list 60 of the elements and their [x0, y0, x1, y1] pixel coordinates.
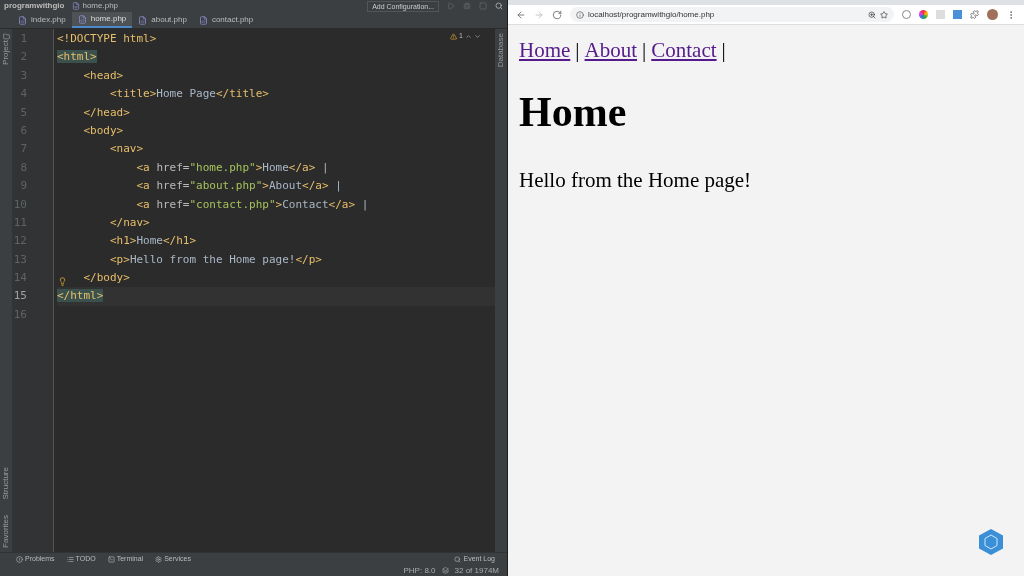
editor-tab[interactable]: index.php — [12, 12, 72, 28]
back-icon[interactable] — [516, 9, 526, 20]
php-file-icon — [18, 15, 27, 25]
layers-icon[interactable] — [441, 567, 449, 574]
file-icon — [72, 2, 81, 10]
color-extension-icon[interactable] — [919, 10, 928, 19]
code-line: <p>Hello from the Home page!</p> — [110, 251, 322, 268]
php-file-icon — [138, 15, 148, 25]
editor-tab[interactable]: about.php — [132, 12, 193, 28]
tool-window-tab[interactable]: Project — [0, 40, 16, 65]
chevron-down-icon[interactable] — [474, 32, 481, 40]
hexagon-logo-icon[interactable] — [978, 528, 1004, 556]
memory-indicator[interactable]: 32 of 1974M — [454, 565, 499, 576]
problems-icon — [16, 555, 23, 563]
search-icon[interactable] — [495, 2, 503, 10]
php-file-icon — [198, 15, 208, 25]
breadcrumb[interactable]: home.php — [82, 0, 119, 12]
chevron-up-icon[interactable] — [465, 32, 472, 40]
terminal-icon — [107, 555, 115, 563]
nav-separator: | — [721, 37, 726, 64]
editor-tab[interactable]: home.php — [71, 12, 133, 28]
debug-icon[interactable] — [463, 2, 471, 10]
code-line: <!DOCTYPE html> — [57, 31, 157, 47]
code-line: <body> — [83, 122, 124, 139]
address-bar[interactable]: localhost/programwithgio/home.php — [570, 7, 894, 22]
code-line: </nav> — [110, 214, 150, 231]
code-line: <a href="about.php">About</a> | — [136, 178, 342, 195]
nav-link[interactable]: About — [584, 35, 638, 67]
warning-icon[interactable] — [450, 32, 458, 40]
code-line: <nav> — [110, 141, 144, 158]
editor-tab[interactable]: contact.php — [192, 12, 260, 28]
list-icon — [66, 555, 74, 563]
nav-separator: | — [575, 37, 580, 64]
code-line: </body> — [83, 270, 130, 287]
code-line: <h1>Home</h1> — [110, 233, 197, 250]
reload-icon[interactable] — [552, 9, 562, 20]
code-line: <a href="home.php">Home</a> | — [136, 159, 329, 176]
tool-window-tab[interactable]: Structure — [0, 466, 16, 500]
nav-link[interactable]: Home — [519, 35, 571, 67]
tool-window-tab[interactable]: Database — [491, 33, 511, 68]
folder-icon[interactable] — [2, 33, 10, 40]
page-heading: Home — [519, 87, 628, 137]
forward-icon[interactable] — [534, 9, 544, 20]
avatar[interactable] — [987, 9, 998, 20]
line-number: 15 — [12, 288, 28, 305]
nav-link[interactable]: Contact — [651, 35, 717, 67]
php-version[interactable]: PHP: 8.0 — [403, 565, 436, 576]
nav-separator: | — [642, 37, 647, 64]
php-file-icon — [77, 14, 87, 24]
lightbulb-icon[interactable] — [58, 277, 67, 286]
code-line: </head> — [83, 104, 130, 121]
code-line: <title>Home Page</title> — [110, 86, 269, 103]
code-line: <a href="contact.php">Contact</a> | — [136, 196, 369, 213]
gear-icon — [155, 555, 163, 563]
tool-window-tab[interactable]: Favorites — [0, 515, 16, 548]
project-name[interactable]: programwithgio — [4, 0, 65, 12]
page-paragraph: Hello from the Home page! — [519, 166, 753, 194]
extensions-icon[interactable] — [970, 10, 979, 19]
code-line: <head> — [83, 67, 124, 84]
search-icon — [454, 555, 462, 563]
